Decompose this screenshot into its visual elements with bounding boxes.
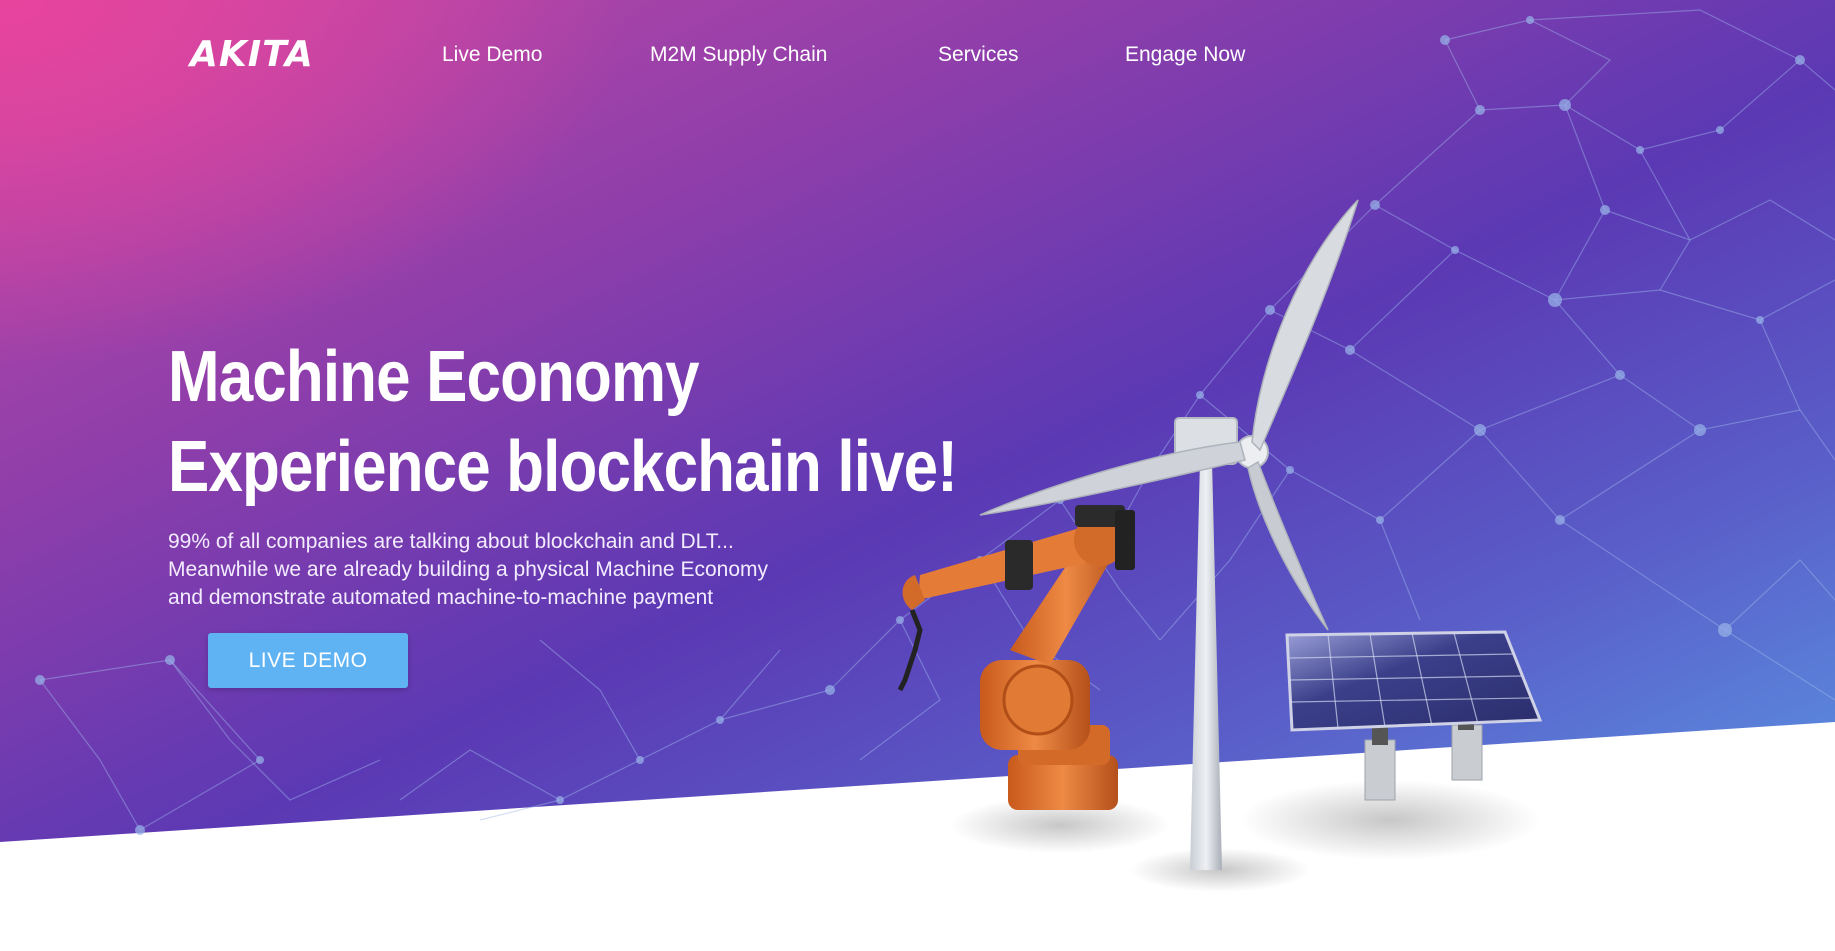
nav-m2m-supply-chain[interactable]: M2M Supply Chain: [650, 43, 827, 67]
headline-line-2: Experience blockchain live!: [168, 427, 958, 507]
site-header: AKITA Live Demo M2M Supply Chain Service…: [0, 0, 1835, 112]
akita-logo[interactable]: AKITA: [190, 34, 314, 75]
live-demo-button[interactable]: LIVE DEMO: [208, 633, 408, 688]
nav-services[interactable]: Services: [938, 43, 1019, 67]
description-line-2: Meanwhile we are already building a phys…: [168, 558, 768, 581]
hero-description: 99% of all companies are talking about b…: [168, 528, 888, 612]
solar-panel-icon: [1285, 630, 1543, 801]
robot-arm-icon: [897, 505, 1135, 810]
description-line-1: 99% of all companies are talking about b…: [168, 530, 734, 553]
hero-headline: Machine Economy Experience blockchain li…: [168, 332, 958, 512]
nav-engage-now[interactable]: Engage Now: [1125, 43, 1245, 67]
nav-live-demo[interactable]: Live Demo: [442, 43, 542, 67]
headline-line-1: Machine Economy: [168, 337, 700, 417]
hero-illustration: [897, 199, 1543, 892]
hero-section: AKITA Live Demo M2M Supply Chain Service…: [0, 0, 1835, 951]
description-line-3: and demonstrate automated machine-to-mac…: [168, 586, 714, 609]
